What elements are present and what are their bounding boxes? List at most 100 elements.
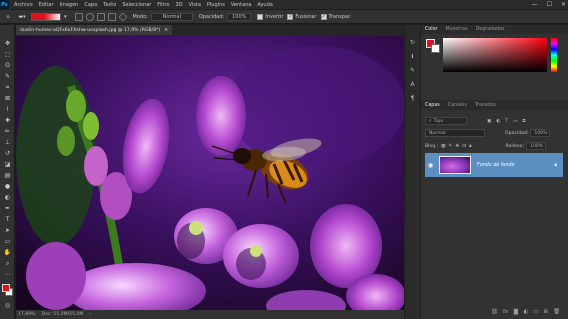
menu-vista[interactable]: Vista (186, 2, 204, 8)
color-background-swatch[interactable] (431, 44, 440, 53)
character-icon[interactable]: A (408, 81, 417, 90)
dither-checkbox[interactable]: ✓ Fusionar (287, 12, 317, 22)
document-info[interactable]: Doc: 55,0M/55,0M (42, 312, 84, 317)
type-tool-icon[interactable]: T (2, 215, 13, 224)
gradient-angle-button[interactable] (96, 12, 105, 22)
crop-tool-icon[interactable]: ⌗ (2, 83, 13, 92)
stamp-tool-icon[interactable]: ⊥ (2, 138, 13, 147)
layer-opacity-input[interactable]: 100% (530, 129, 551, 137)
gradient-dropdown-icon[interactable]: ▾ (64, 12, 67, 22)
delete-layer-icon[interactable]: 🗑︎ (553, 309, 560, 315)
zoom-tool-icon[interactable]: ⌕ (2, 259, 13, 268)
info-icon[interactable]: ℹ (408, 53, 417, 62)
tab-gradients[interactable]: Degradados (471, 27, 508, 32)
lock-position-icon[interactable]: ✥ (455, 144, 459, 149)
color-picker-field[interactable] (443, 38, 547, 72)
lasso-tool-icon[interactable]: ʘ (2, 61, 13, 70)
tab-channels[interactable]: Canales (444, 103, 471, 108)
gradient-diamond-button[interactable] (117, 11, 128, 22)
menu-editar[interactable]: Editar (36, 2, 57, 8)
marquee-tool-icon[interactable]: ⬚ (2, 50, 13, 59)
paragraph-icon[interactable]: ¶ (408, 95, 417, 104)
link-layers-icon[interactable]: ⛓ (491, 309, 498, 315)
close-tab-icon[interactable]: ✕ (164, 28, 168, 33)
new-layer-icon[interactable]: ⊞ (544, 309, 549, 315)
new-group-icon[interactable]: ▭ (533, 309, 538, 315)
menu-ayuda[interactable]: Ayuda (254, 2, 275, 8)
tab-paths[interactable]: Trazados (471, 103, 500, 108)
eyedropper-tool-icon[interactable]: ⌇ (2, 105, 13, 114)
tab-layers[interactable]: Capas (421, 103, 444, 108)
hand-tool-icon[interactable]: ✋ (2, 248, 13, 257)
filter-pixel-icon[interactable]: ▣ (487, 119, 491, 124)
zoom-level[interactable]: 17,89% (18, 312, 36, 317)
menu-archivo[interactable]: Archivo (11, 2, 36, 8)
filter-smart-icon[interactable]: ⧉ (523, 118, 526, 124)
gradient-tool-icon[interactable]: ▤ (2, 171, 13, 180)
foreground-color-swatch[interactable] (2, 284, 10, 292)
visibility-eye-icon[interactable]: ◉ (428, 162, 433, 169)
app-logo[interactable]: Ps (0, 0, 9, 9)
lock-pixels-icon[interactable]: ✎ (449, 144, 453, 149)
home-icon[interactable]: ⌂ (3, 12, 13, 22)
maximize-button[interactable]: ☐ (547, 1, 552, 8)
gradient-reflected-button[interactable] (107, 12, 116, 22)
blur-tool-icon[interactable]: ● (2, 182, 13, 191)
tab-color[interactable]: Color (421, 27, 442, 32)
dodge-tool-icon[interactable]: ◐ (2, 193, 13, 202)
healing-tool-icon[interactable]: ✚ (2, 116, 13, 125)
blend-mode-select[interactable]: Normal (425, 129, 485, 137)
menu-ventana[interactable]: Ventana (228, 2, 255, 8)
quick-mask-icon[interactable]: ◎ (2, 301, 13, 310)
fill-input[interactable]: 100% (526, 142, 547, 150)
transparency-checkbox[interactable]: ✓ Transpar. (320, 12, 351, 22)
gradient-linear-button[interactable] (74, 12, 83, 22)
tab-swatches[interactable]: Muestras (442, 27, 472, 32)
path-select-tool-icon[interactable]: ➤ (2, 226, 13, 235)
close-button[interactable]: ✕ (561, 1, 566, 8)
opacity-input[interactable]: 100% (227, 12, 252, 21)
image-canvas[interactable] (16, 36, 404, 310)
brush-settings-icon[interactable]: ✎ (408, 67, 417, 76)
lock-all-icon[interactable]: 🔒︎ (469, 143, 471, 149)
menu-plugins[interactable]: Plugins (204, 2, 228, 8)
invert-checkbox[interactable]: Invertir (257, 12, 283, 22)
frame-tool-icon[interactable]: ⊠ (2, 94, 13, 103)
gradient-radial-button[interactable] (85, 12, 94, 22)
fx-icon[interactable]: fx (503, 309, 508, 315)
gradient-swatch[interactable] (31, 12, 61, 22)
layer-filter-select[interactable]: ⌕ Tipo (425, 117, 467, 125)
layer-name[interactable]: Fondo de fondo (477, 163, 514, 168)
history-icon[interactable]: ↻ (408, 39, 417, 48)
hue-slider[interactable] (551, 38, 557, 72)
lock-label: Bloq.: (425, 143, 439, 149)
filter-adjust-icon[interactable]: ◐ (496, 119, 500, 124)
filter-shape-icon[interactable]: ▭ (513, 119, 517, 124)
quick-select-tool-icon[interactable]: ✎ (2, 72, 13, 81)
lock-transparent-icon[interactable]: ▦ (441, 144, 445, 149)
menu-capa[interactable]: Capa (81, 2, 100, 8)
layer-lock-icon[interactable]: 🔒︎ (554, 162, 557, 168)
eraser-tool-icon[interactable]: ◪ (2, 160, 13, 169)
move-tool-icon[interactable]: ✥ (2, 39, 13, 48)
shape-tool-icon[interactable]: ▭ (2, 237, 13, 246)
tool-preset-icon[interactable]: ▬▾ (16, 12, 28, 22)
add-mask-icon[interactable]: ◙ (513, 309, 518, 315)
lock-artboard-icon[interactable]: ⊡ (462, 144, 466, 149)
brush-tool-icon[interactable]: ✏ (2, 127, 13, 136)
menu-3d[interactable]: 3D (173, 2, 186, 8)
document-tab[interactable]: dustin-humes-aQFx6xFXxhw-unsplash.jpg @ … (16, 25, 173, 35)
menu-seleccionar[interactable]: Seleccionar (119, 2, 154, 8)
layer-row-background[interactable]: ◉ Fondo de fondo 🔒︎ (425, 153, 563, 177)
adjustment-layer-icon[interactable]: ◐ (524, 309, 529, 315)
mode-select[interactable]: Normal (150, 12, 193, 21)
menu-filtro[interactable]: Filtro (154, 2, 172, 8)
more-tools-icon[interactable]: ⋯ (2, 270, 13, 279)
menu-texto[interactable]: Texto (100, 2, 119, 8)
filter-type-icon[interactable]: T (505, 119, 508, 124)
history-brush-tool-icon[interactable]: ↺ (2, 149, 13, 158)
minimize-button[interactable]: — (532, 1, 538, 8)
status-arrow-icon[interactable]: › (89, 312, 91, 317)
menu-imagen[interactable]: Imagen (57, 2, 82, 8)
pen-tool-icon[interactable]: ✒ (2, 204, 13, 213)
